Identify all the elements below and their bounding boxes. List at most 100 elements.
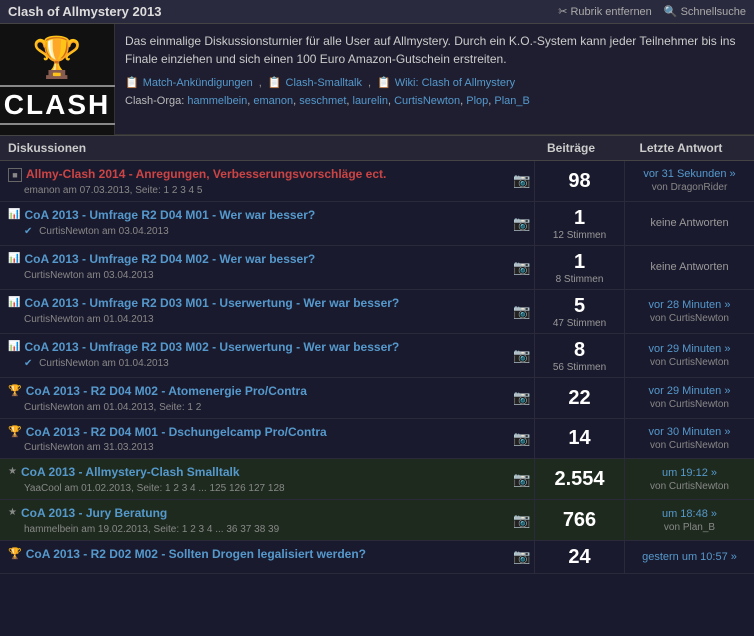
- letzte-von: von CurtisNewton: [650, 399, 729, 410]
- discussion-title[interactable]: CoA 2013 - R2 D04 M02 - Atomenergie Pro/…: [26, 383, 307, 400]
- trophy-icon: 🏆: [8, 426, 22, 438]
- beitraege-cell: 14: [534, 419, 624, 459]
- beitraege-cell: 5 47 Stimmen: [534, 290, 624, 333]
- discussion-title[interactable]: CoA 2013 - R2 D04 M01 - Dschungelcamp Pr…: [26, 424, 327, 441]
- camera-icon: 📷: [510, 500, 534, 540]
- beitraege-count: 98: [568, 169, 590, 193]
- letzte-von: von CurtisNewton: [650, 357, 729, 368]
- beitraege-count: 22: [568, 386, 590, 410]
- letzte-time-link[interactable]: um 19:12 »: [662, 467, 717, 479]
- row-meta: CurtisNewton am 03.04.2013: [8, 270, 502, 281]
- letzte-cell: vor 28 Minuten » von CurtisNewton: [624, 290, 754, 333]
- wiki-clash-link[interactable]: Wiki: Clash of Allmystery: [395, 77, 515, 89]
- letzte-time-link[interactable]: vor 28 Minuten »: [649, 299, 731, 311]
- row-title-line: 🏆 CoA 2013 - R2 D04 M01 - Dschungelcamp …: [8, 424, 502, 441]
- letzte-cell: vor 29 Minuten » von CurtisNewton: [624, 378, 754, 418]
- orga-user-hammelbein[interactable]: hammelbein: [187, 95, 247, 107]
- orga-user-planb[interactable]: Plan_B: [494, 95, 529, 107]
- letzte-time-link[interactable]: vor 29 Minuten »: [649, 385, 731, 397]
- discussion-title[interactable]: CoA 2013 - Allmystery-Clash Smalltalk: [21, 464, 240, 481]
- table-row: 📊 CoA 2013 - Umfrage R2 D03 M02 - Userwe…: [0, 334, 754, 378]
- orga-user-curtisnewton[interactable]: CurtisNewton: [394, 95, 460, 107]
- table-row: 📊 CoA 2013 - Umfrage R2 D04 M02 - Wer wa…: [0, 246, 754, 290]
- poll-icon: 📊: [8, 253, 20, 264]
- beitraege-count: 766: [563, 508, 596, 532]
- camera-icon: 📷: [510, 290, 534, 333]
- row-title-line: ★ CoA 2013 - Jury Beratung: [8, 505, 502, 522]
- cam-glyph: 📷: [513, 430, 530, 447]
- row-title-line: 🏆 CoA 2013 - R2 D02 M02 - Sollten Drogen…: [8, 546, 502, 563]
- row-type-icon: 📊: [8, 296, 20, 308]
- beitraege-count: 1: [574, 206, 585, 230]
- sep1: ,: [259, 77, 262, 89]
- stimmen-count: 56 Stimmen: [553, 362, 606, 373]
- table-row: 🏆 CoA 2013 - R2 D02 M02 - Sollten Drogen…: [0, 541, 754, 574]
- info-container: 🏆 CLASH Das einmalige Diskussionsturnier…: [0, 24, 754, 135]
- orga-user-laurelin[interactable]: laurelin: [353, 95, 388, 107]
- letzte-von: von CurtisNewton: [650, 440, 729, 451]
- discussion-title[interactable]: Allmy-Clash 2014 - Anregungen, Verbesser…: [26, 166, 386, 183]
- match-ankuendigungen-link[interactable]: Match-Ankündigungen: [143, 77, 253, 89]
- row-type-icon: 🏆: [8, 384, 22, 397]
- beitraege-cell: 1 8 Stimmen: [534, 246, 624, 289]
- row-type-icon: 🏆: [8, 425, 22, 438]
- row-meta: ✔ CurtisNewton am 03.04.2013: [8, 226, 502, 237]
- row-content: 📊 CoA 2013 - Umfrage R2 D04 M01 - Wer wa…: [0, 202, 510, 245]
- beitraege-count: 24: [568, 545, 590, 569]
- letzte-von: von Plan_B: [664, 522, 715, 533]
- row-title-line: 📊 CoA 2013 - Umfrage R2 D04 M02 - Wer wa…: [8, 251, 502, 268]
- letzte-von: von CurtisNewton: [650, 313, 729, 324]
- letzte-time-link[interactable]: vor 29 Minuten »: [649, 343, 731, 355]
- row-content: ■ Allmy-Clash 2014 - Anregungen, Verbess…: [0, 161, 510, 201]
- beitraege-cell: 24: [534, 541, 624, 573]
- discussion-title[interactable]: CoA 2013 - Umfrage R2 D03 M02 - Userwert…: [24, 339, 399, 356]
- row-content: 🏆 CoA 2013 - R2 D04 M02 - Atomenergie Pr…: [0, 378, 510, 418]
- stimmen-count: 47 Stimmen: [553, 318, 606, 329]
- orga-user-emanon[interactable]: emanon: [253, 95, 293, 107]
- letzte-cell: vor 30 Minuten » von CurtisNewton: [624, 419, 754, 459]
- stimmen-count: 8 Stimmen: [556, 274, 604, 285]
- table-header: Diskussionen Beiträge Letzte Antwort: [0, 135, 754, 161]
- stimmen-count: 12 Stimmen: [553, 230, 606, 241]
- row-title-line: 📊 CoA 2013 - Umfrage R2 D03 M01 - Userwe…: [8, 295, 502, 312]
- discussion-title[interactable]: CoA 2013 - Umfrage R2 D04 M02 - Wer war …: [24, 251, 315, 268]
- row-content: 📊 CoA 2013 - Umfrage R2 D03 M01 - Userwe…: [0, 290, 510, 333]
- row-type-icon: 📊: [8, 340, 20, 352]
- table-row: 🏆 CoA 2013 - R2 D04 M02 - Atomenergie Pr…: [0, 378, 754, 419]
- table-row: 🏆 CoA 2013 - R2 D04 M01 - Dschungelcamp …: [0, 419, 754, 460]
- orga-user-plop[interactable]: Plop: [466, 95, 488, 107]
- trophy-icon: 🏆: [8, 385, 22, 397]
- beitraege-count: 14: [568, 426, 590, 450]
- no-answer-text: keine Antworten: [650, 261, 728, 273]
- schnellsuche-link[interactable]: 🔍 Schnellsuche: [664, 5, 746, 18]
- discussion-title[interactable]: CoA 2013 - Umfrage R2 D03 M01 - Userwert…: [24, 295, 399, 312]
- info-links: 📋 Match-Ankündigungen , 📋 Clash-Smalltal…: [125, 76, 744, 89]
- row-meta: CurtisNewton am 01.04.2013: [8, 314, 502, 325]
- row-title-line: 📊 CoA 2013 - Umfrage R2 D04 M01 - Wer wa…: [8, 207, 502, 224]
- schnellsuche-icon: 🔍: [664, 6, 681, 18]
- beitraege-cell: 1 12 Stimmen: [534, 202, 624, 245]
- letzte-time-link[interactable]: vor 30 Minuten »: [649, 426, 731, 438]
- discussion-title[interactable]: CoA 2013 - Jury Beratung: [21, 505, 167, 522]
- row-type-icon: ★: [8, 465, 17, 477]
- orga-user-seschmet[interactable]: seschmet: [299, 95, 346, 107]
- camera-icon: 📷: [510, 334, 534, 377]
- letzte-cell: gestern um 10:57 »: [624, 541, 754, 573]
- beitraege-cell: 766: [534, 500, 624, 540]
- rubrik-entfernen-link[interactable]: ✂ Rubrik entfernen: [558, 5, 652, 18]
- letzte-time-link[interactable]: um 18:48 »: [662, 508, 717, 520]
- letzte-time-link[interactable]: gestern um 10:57 »: [642, 551, 737, 563]
- beitraege-count: 8: [574, 338, 585, 362]
- discussion-title[interactable]: CoA 2013 - R2 D02 M02 - Sollten Drogen l…: [26, 546, 366, 563]
- row-meta: hammelbein am 19.02.2013, Seite: 1 2 3 4…: [8, 524, 502, 535]
- table-row: ★ CoA 2013 - Allmystery-Clash Smalltalk …: [0, 459, 754, 500]
- poll-icon: 📊: [8, 209, 20, 220]
- discussion-title[interactable]: CoA 2013 - Umfrage R2 D04 M01 - Wer war …: [24, 207, 315, 224]
- rubrik-icon: ✂: [558, 6, 570, 18]
- info-description: Das einmalige Diskussionsturnier für all…: [125, 32, 744, 68]
- cam-glyph: 📷: [513, 259, 530, 276]
- clash-smalltalk-link[interactable]: Clash-Smalltalk: [286, 77, 362, 89]
- letzte-time-link[interactable]: vor 31 Sekunden »: [643, 168, 735, 180]
- box-icon: ■: [8, 168, 22, 182]
- table-row: ■ Allmy-Clash 2014 - Anregungen, Verbess…: [0, 161, 754, 202]
